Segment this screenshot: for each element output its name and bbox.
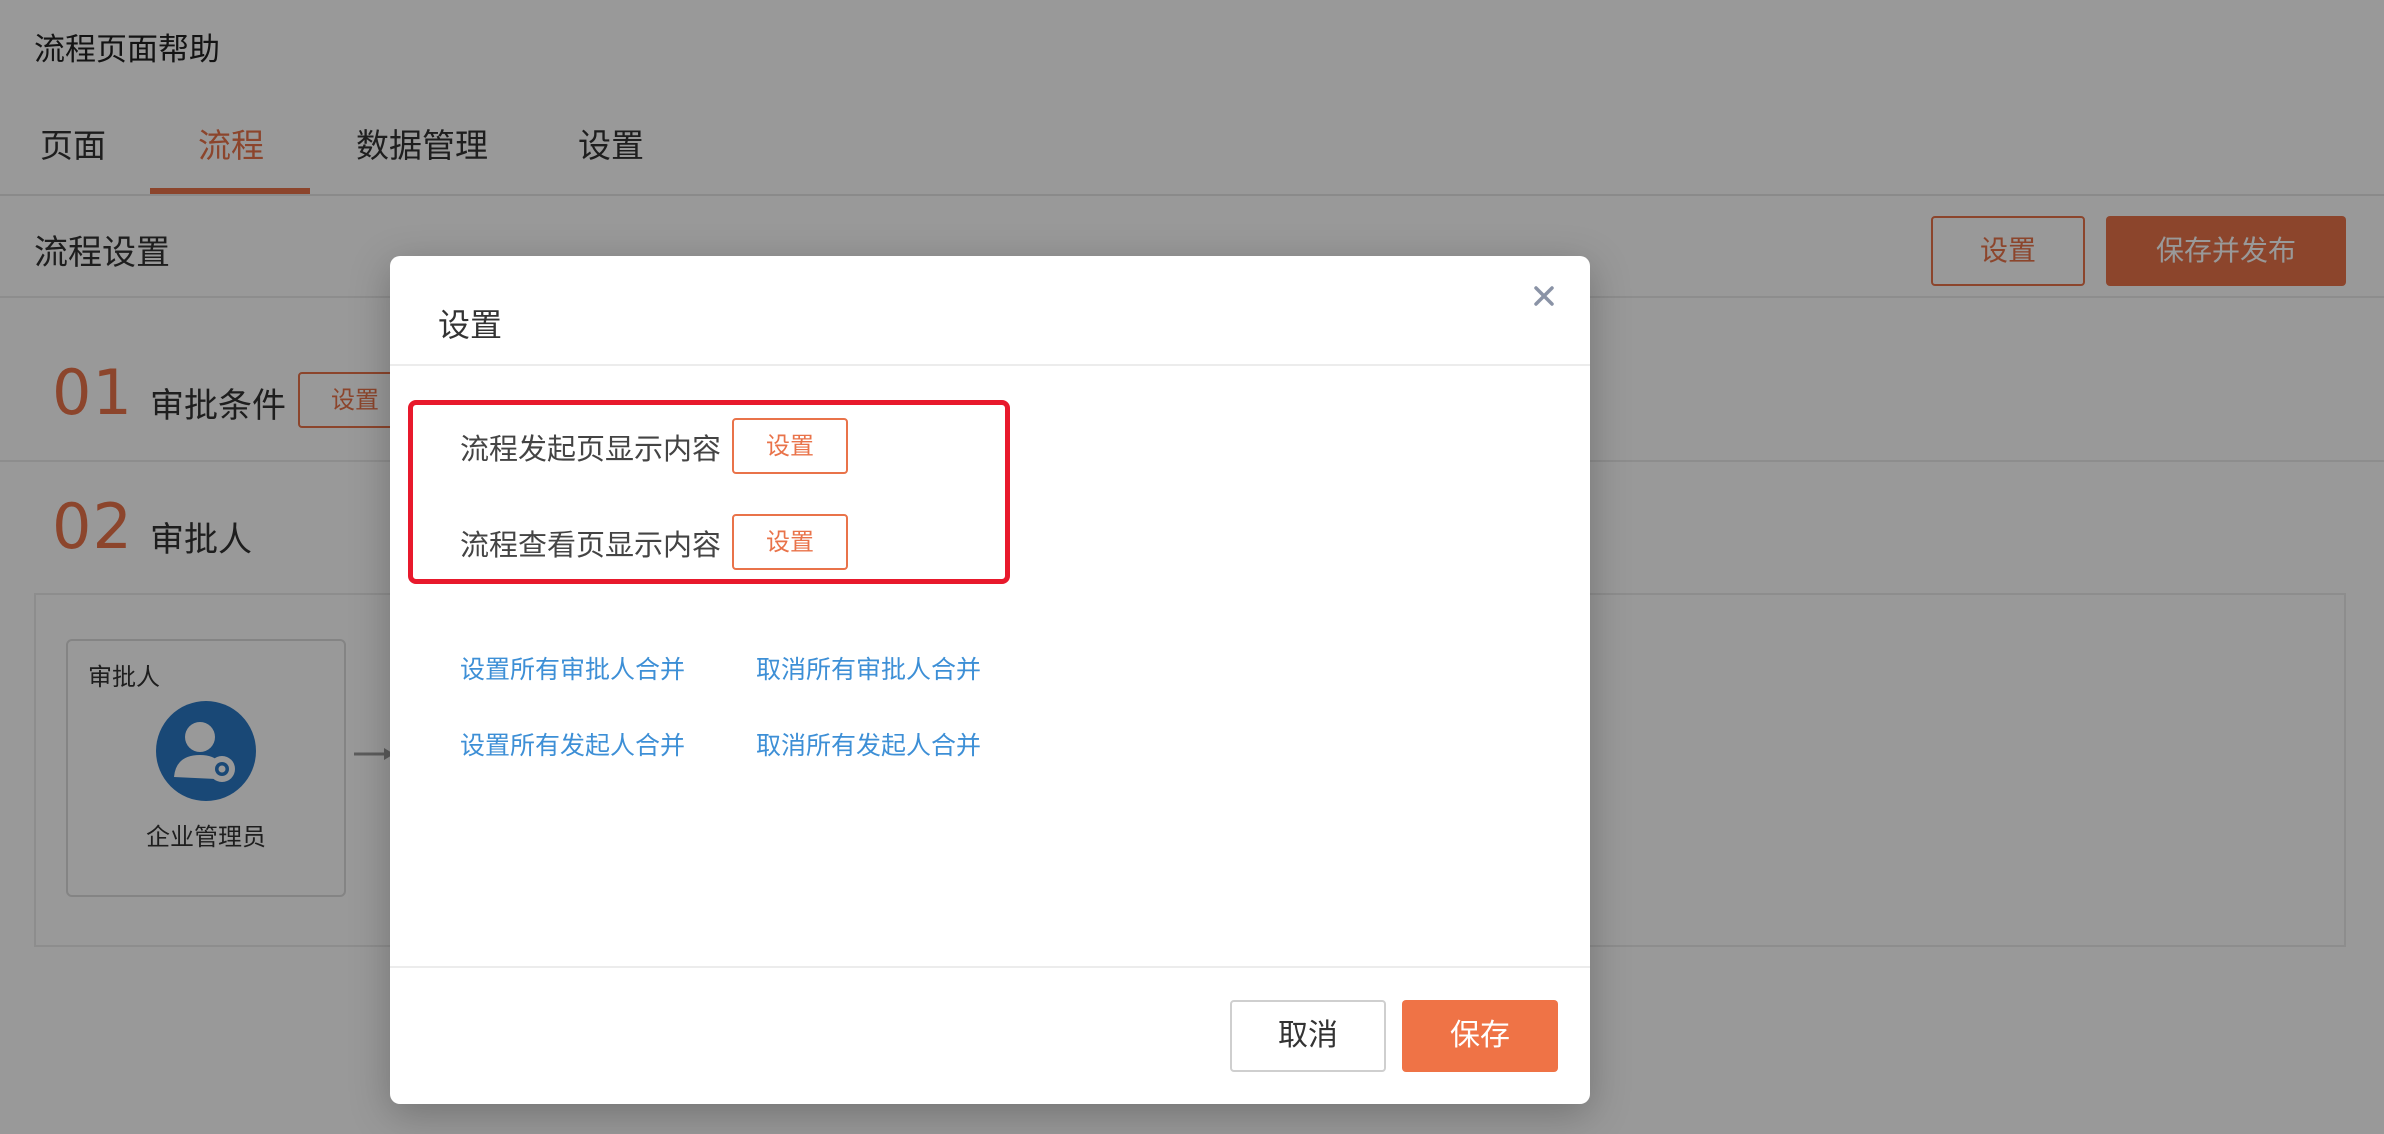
save-button[interactable]: 保存 bbox=[1402, 1000, 1558, 1072]
unmerge-all-initiators-link[interactable]: 取消所有发起人合并 bbox=[756, 726, 981, 762]
start-page-content-label: 流程发起页显示内容 bbox=[460, 432, 722, 466]
merge-all-approvers-link[interactable]: 设置所有审批人合并 bbox=[460, 650, 685, 686]
view-page-content-label: 流程查看页显示内容 bbox=[460, 528, 722, 562]
cancel-button[interactable]: 取消 bbox=[1230, 1000, 1386, 1072]
view-page-content-settings-button[interactable]: 设置 bbox=[732, 514, 848, 570]
dialog-title: 设置 bbox=[438, 306, 503, 344]
dialog-header-divider bbox=[390, 364, 1590, 366]
start-page-content-settings-button[interactable]: 设置 bbox=[732, 418, 848, 474]
merge-all-initiators-link[interactable]: 设置所有发起人合并 bbox=[460, 726, 685, 762]
settings-dialog: 设置 流程发起页显示内容 设置 流程查看页显示内容 设置 设置所有审批人合并 取… bbox=[390, 256, 1590, 1104]
unmerge-all-approvers-link[interactable]: 取消所有审批人合并 bbox=[756, 650, 981, 686]
close-icon[interactable] bbox=[1524, 276, 1564, 316]
dialog-footer-divider bbox=[390, 966, 1590, 968]
